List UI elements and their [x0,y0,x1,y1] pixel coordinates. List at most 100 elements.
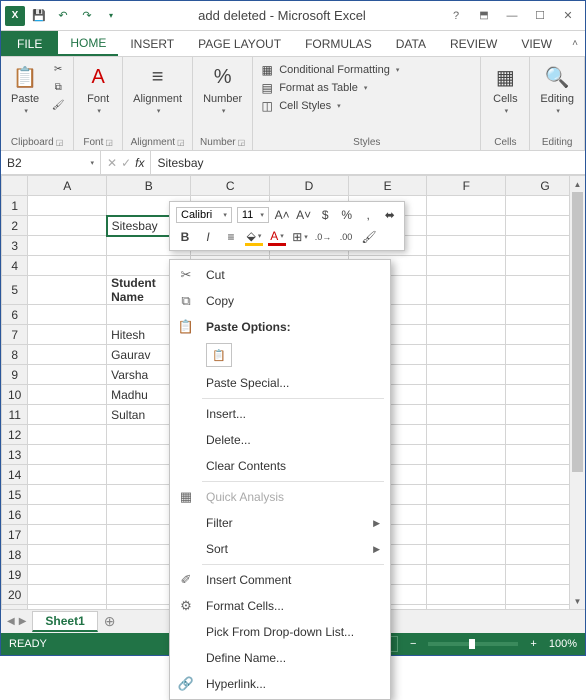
minimize-icon[interactable]: — [499,6,525,26]
enter-icon[interactable]: ✓ [121,156,131,170]
col-header-e[interactable]: E [348,176,427,196]
col-header-a[interactable]: A [28,176,107,196]
tab-insert[interactable]: INSERT [118,31,186,56]
mini-comma-icon[interactable]: , [360,206,377,224]
clipboard-launcher-icon[interactable]: ◲ [56,138,64,147]
mini-font-color-icon[interactable]: A▾ [268,228,286,246]
cm-clear-contents[interactable]: Clear Contents [170,453,390,479]
tab-file[interactable]: FILE [1,31,58,56]
scroll-up-icon[interactable]: ▲ [570,176,585,192]
mini-italic-icon[interactable]: I [199,228,217,246]
editing-button[interactable]: 🔍 Editing ▾ [536,61,578,117]
row-header[interactable]: 6 [2,305,28,325]
tab-data[interactable]: DATA [384,31,438,56]
maximize-icon[interactable]: ☐ [527,6,553,26]
mini-font-select[interactable]: Calibri▾ [176,207,232,223]
qat-customize-icon[interactable]: ▾ [101,6,121,26]
sheet-nav-next-icon[interactable]: ▶ [19,616,27,627]
grow-font-icon[interactable]: A˄ [274,206,291,224]
cm-insert-comment[interactable]: ✐Insert Comment [170,567,390,593]
row-header[interactable]: 13 [2,445,28,465]
formula-input[interactable]: Sitesbay [151,156,585,170]
zoom-out-icon[interactable]: − [410,638,416,650]
sheet-tab-sheet1[interactable]: Sheet1 [32,611,97,632]
ribbon-display-icon[interactable]: ⬒ [471,6,497,26]
row-header[interactable]: 5 [2,276,28,305]
number-button[interactable]: % Number ▾ [199,61,246,117]
tab-page-layout[interactable]: PAGE LAYOUT [186,31,293,56]
undo-icon[interactable]: ↶ [53,6,73,26]
cm-define-name[interactable]: Define Name... [170,645,390,671]
col-header-b[interactable]: B [107,176,191,196]
save-icon[interactable]: 💾 [29,6,49,26]
cell-styles-button[interactable]: ◫Cell Styles▾ [259,97,474,115]
help-icon[interactable]: ? [443,6,469,26]
mini-fill-color-icon[interactable]: ⬙▾ [245,228,263,246]
cm-filter[interactable]: Filter▶ [170,510,390,536]
close-icon[interactable]: ✕ [555,6,581,26]
mini-percent-icon[interactable]: % [338,206,355,224]
redo-icon[interactable]: ↷ [77,6,97,26]
row-header[interactable]: 11 [2,405,28,425]
cm-format-cells[interactable]: ⚙Format Cells... [170,593,390,619]
format-painter-icon[interactable]: 🖌 [49,97,67,113]
add-sheet-icon[interactable]: ⊕ [104,613,116,630]
zoom-slider[interactable] [428,642,518,646]
row-header[interactable]: 15 [2,485,28,505]
mini-increase-decimal-icon[interactable]: .00 [337,228,355,246]
name-box[interactable]: B2▾ [1,151,101,174]
mini-align-icon[interactable]: ≡ [222,228,240,246]
tab-home[interactable]: HOME [58,31,118,56]
format-as-table-button[interactable]: ▤Format as Table▾ [259,79,474,97]
alignment-button[interactable]: ≡ Alignment ▾ [129,61,186,117]
paste-default-icon[interactable]: 📋 [206,343,232,367]
row-header[interactable]: 9 [2,365,28,385]
row-header[interactable]: 3 [2,236,28,256]
mini-decrease-decimal-icon[interactable]: .0→ [314,228,332,246]
mini-merge-icon[interactable]: ⬌ [381,206,398,224]
cut-icon[interactable]: ✂ [49,61,67,77]
row-header[interactable]: 20 [2,585,28,605]
cm-copy[interactable]: ⧉Copy [170,288,390,314]
font-button[interactable]: A Font ▾ [80,61,116,117]
row-header[interactable]: 17 [2,525,28,545]
cm-pick-from-list[interactable]: Pick From Drop-down List... [170,619,390,645]
scroll-down-icon[interactable]: ▼ [570,593,585,609]
row-header[interactable]: 8 [2,345,28,365]
cancel-icon[interactable]: ✕ [107,156,117,170]
sheet-nav-prev-icon[interactable]: ◀ [7,616,15,627]
tab-review[interactable]: REVIEW [438,31,509,56]
copy-icon[interactable]: ⧉ [49,79,67,95]
mini-size-select[interactable]: 11▾ [237,207,269,223]
row-header[interactable]: 10 [2,385,28,405]
mini-dollar-icon[interactable]: $ [317,206,334,224]
cm-paste-special[interactable]: Paste Special... [170,370,390,396]
row-header[interactable]: 1 [2,196,28,216]
col-header-c[interactable]: C [191,176,270,196]
row-header[interactable]: 18 [2,545,28,565]
tab-formulas[interactable]: FORMULAS [293,31,384,56]
cm-cut[interactable]: ✂Cut [170,262,390,288]
mini-format-painter-icon[interactable]: 🖌 [360,228,378,246]
cm-insert[interactable]: Insert... [170,401,390,427]
col-header-d[interactable]: D [270,176,349,196]
tab-view[interactable]: VIEW [509,31,564,56]
conditional-formatting-button[interactable]: ▦Conditional Formatting▾ [259,61,474,79]
mini-bold-icon[interactable]: B [176,228,194,246]
cm-sort[interactable]: Sort▶ [170,536,390,562]
mini-border-icon[interactable]: ⊞▾ [291,228,309,246]
cm-hyperlink[interactable]: 🔗Hyperlink... [170,671,390,697]
select-all-corner[interactable] [2,176,28,196]
row-header[interactable]: 12 [2,425,28,445]
fx-icon[interactable]: fx [135,156,144,170]
row-header[interactable]: 4 [2,256,28,276]
cm-delete[interactable]: Delete... [170,427,390,453]
zoom-in-icon[interactable]: + [530,638,536,650]
alignment-launcher-icon[interactable]: ◲ [177,138,185,147]
shrink-font-icon[interactable]: A˅ [295,206,312,224]
col-header-f[interactable]: F [427,176,506,196]
paste-button[interactable]: 📋 Paste ▾ [7,61,43,117]
row-header[interactable]: 19 [2,565,28,585]
font-launcher-icon[interactable]: ◲ [105,138,113,147]
scrollbar-thumb[interactable] [572,192,583,472]
